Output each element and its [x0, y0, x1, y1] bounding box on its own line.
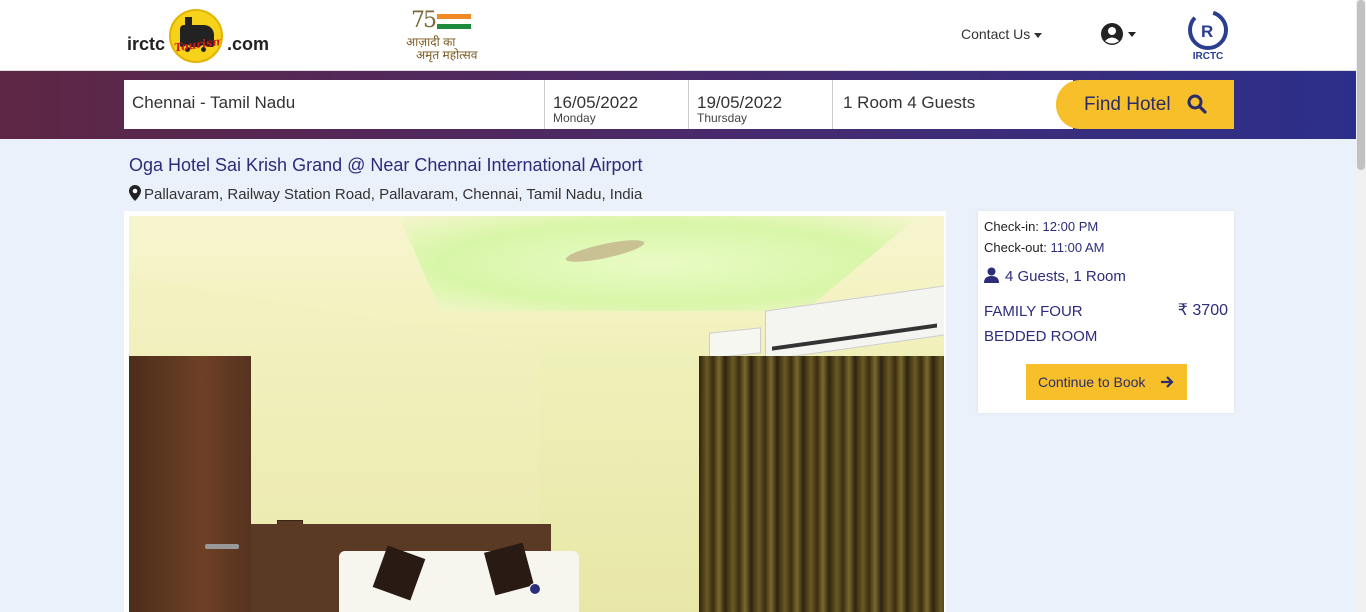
arrow-right-icon — [1161, 376, 1174, 388]
checkout-day: Thursday — [697, 111, 748, 125]
checkin-date-field[interactable]: 16/05/2022 Monday — [545, 80, 689, 129]
hotel-photo-carousel[interactable] — [124, 211, 946, 612]
bed — [339, 542, 579, 612]
hotel-address: Pallavaram, Railway Station Road, Pallav… — [129, 185, 642, 203]
checkin-date: 16/05/2022 — [553, 93, 639, 112]
azadi-number: 75 — [411, 8, 437, 33]
room-price: ₹ 3700 — [1177, 302, 1228, 319]
irctc-label: IRCTC — [1192, 51, 1224, 62]
address-text: Pallavaram, Railway Station Road, Pallav… — [144, 186, 643, 203]
door — [129, 356, 251, 612]
carousel-indicator-dot[interactable] — [529, 583, 541, 595]
azadi-line2: अमृत महोत्सव — [416, 48, 478, 62]
irctc-tourism-logo[interactable]: irctc Tourism .com — [127, 8, 272, 64]
irctc-emblem-icon: R — [1188, 10, 1228, 50]
find-hotel-button[interactable]: Find Hotel — [1056, 80, 1234, 129]
hotel-room-image — [129, 216, 944, 612]
logo-text-right: .com — [227, 34, 270, 54]
flag-icon — [437, 14, 471, 29]
caret-down-icon — [1128, 31, 1136, 37]
top-navbar: irctc Tourism .com 75 आज़ादी का अमृत महो… — [0, 0, 1356, 71]
continue-to-book-label: Continue to Book — [1038, 374, 1146, 390]
map-marker-icon — [129, 185, 141, 201]
booking-summary-card: Check-in: 12:00 PM Check-out: 11:00 AM 4… — [978, 211, 1234, 413]
svg-text:R: R — [1201, 22, 1213, 41]
curtain — [699, 356, 944, 612]
checkin-row: Check-in: 12:00 PM — [984, 219, 1098, 234]
checkout-date: 19/05/2022 — [697, 93, 783, 112]
search-bar: Chennai - Tamil Nadu 16/05/2022 Monday 1… — [0, 71, 1356, 139]
guests-rooms-summary: 4 Guests, 1 Room — [984, 267, 1126, 285]
rooms-guests-value: 1 Room 4 Guests — [843, 93, 976, 112]
find-hotel-label: Find Hotel — [1084, 94, 1171, 115]
irctc-logo[interactable]: R IRCTC — [1183, 8, 1233, 64]
guests-rooms-text: 4 Guests, 1 Room — [1005, 268, 1126, 285]
continue-to-book-button[interactable]: Continue to Book — [1026, 364, 1187, 400]
user-icon — [984, 267, 999, 283]
location-value: Chennai - Tamil Nadu — [132, 93, 296, 112]
rooms-guests-field[interactable]: 1 Room 4 Guests — [833, 80, 1073, 129]
checkout-label: Check-out: — [984, 240, 1047, 255]
contact-us-dropdown[interactable]: Contact Us — [961, 26, 1043, 42]
logo-text-left: irctc — [127, 34, 166, 54]
checkin-label: Check-in: — [984, 219, 1039, 234]
checkout-row: Check-out: 11:00 AM — [984, 240, 1104, 255]
azadi-ka-amrit-mahotsav-logo: 75 आज़ादी का अमृत महोत्सव — [404, 8, 484, 62]
checkout-date-field[interactable]: 19/05/2022 Thursday — [689, 80, 833, 129]
search-icon — [1187, 94, 1207, 114]
user-circle-icon — [1101, 23, 1123, 45]
hotel-name: Oga Hotel Sai Krish Grand @ Near Chennai… — [129, 155, 643, 175]
caret-down-icon — [1034, 32, 1043, 38]
room-type-name: FAMILY FOUR BEDDED ROOM — [984, 303, 1098, 345]
checkin-day: Monday — [553, 111, 596, 125]
checkout-time: 11:00 AM — [1050, 240, 1105, 255]
scrollbar-thumb[interactable] — [1357, 0, 1365, 170]
contact-us-label: Contact Us — [961, 26, 1031, 42]
user-menu-dropdown[interactable] — [1100, 22, 1136, 46]
location-input[interactable]: Chennai - Tamil Nadu — [124, 80, 545, 129]
train-logo-icon: Tourism — [169, 9, 223, 63]
checkin-time: 12:00 PM — [1042, 219, 1099, 234]
page-scrollbar[interactable] — [1356, 0, 1366, 612]
